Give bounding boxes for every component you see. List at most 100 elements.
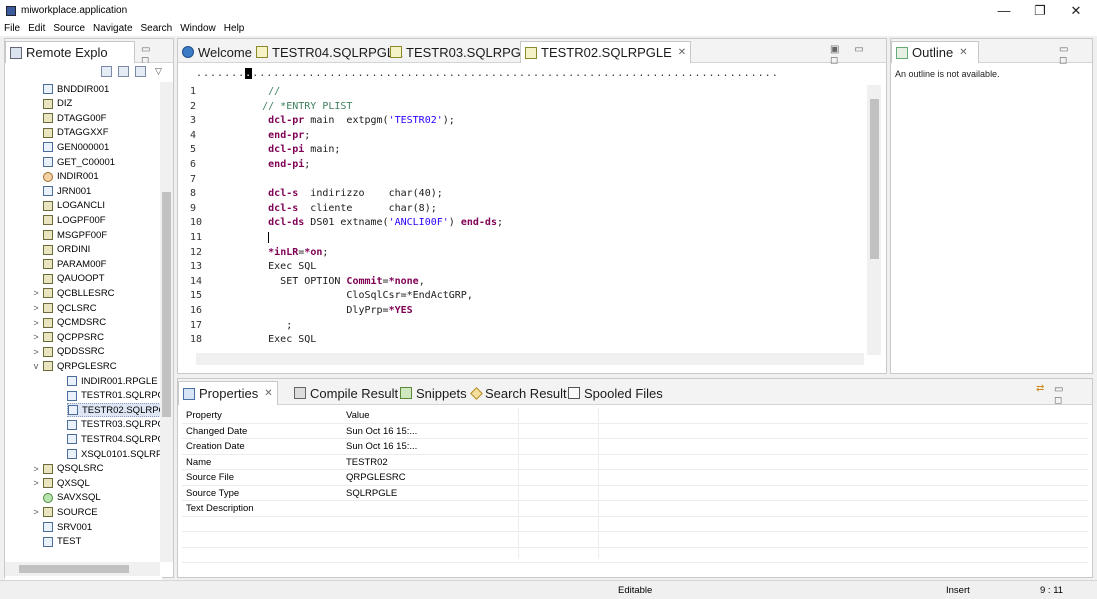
tree-item[interactable]: XSQL0101.SQLRP — [67, 447, 162, 461]
tree-item[interactable]: > QDDSSRC — [33, 345, 104, 359]
tab-snippets[interactable]: Snippets — [396, 381, 471, 405]
menu-help[interactable]: Help — [220, 22, 249, 36]
table-row[interactable] — [182, 517, 1088, 532]
table-row[interactable]: Name TESTR02 — [182, 455, 1088, 470]
close-window-button[interactable]: ✕ — [1058, 2, 1094, 20]
code-line[interactable]: 3 dcl-pr main extpgm('TESTR02'); — [178, 114, 455, 129]
table-row[interactable] — [182, 548, 1088, 563]
tree-item[interactable]: DTAGG00F — [43, 111, 106, 125]
tree-item[interactable]: INDIR001 — [43, 170, 99, 184]
code-editor[interactable]: 1 //2 // *ENTRY PLIST 3 dcl-pr main extpg… — [178, 85, 854, 347]
tree-item[interactable]: INDIR001.RPGLE — [67, 374, 158, 388]
menu-file[interactable]: File — [0, 22, 24, 36]
chevron-down-icon[interactable]: v — [31, 361, 41, 371]
code-line[interactable]: 12 *inLR=*on; — [178, 246, 328, 261]
tab-testr02[interactable]: TESTR02.SQLRPGLE ✕ — [520, 41, 692, 63]
explorer-hscroll-thumb[interactable] — [19, 565, 129, 573]
code-line[interactable]: 18 Exec SQL — [178, 333, 316, 347]
chevron-right-icon[interactable]: > — [31, 332, 41, 342]
table-row[interactable]: Source File QRPGLESRC — [182, 470, 1088, 486]
table-row[interactable]: Creation Date Sun Oct 16 15:... — [182, 439, 1088, 455]
code-line[interactable]: 10 dcl-ds DS01 extname('ANCLI00F') end-d… — [178, 216, 503, 231]
close-icon[interactable]: ✕ — [959, 47, 967, 58]
explorer-horizontal-scrollbar[interactable] — [5, 562, 160, 576]
code-line[interactable]: 13 Exec SQL — [178, 260, 316, 275]
chevron-right-icon[interactable]: > — [31, 507, 41, 517]
tab-outline[interactable]: Outline ✕ — [891, 41, 979, 63]
tab-remote-explorer[interactable]: Remote Explo — [5, 41, 135, 63]
table-row[interactable]: Source Type SQLRPGLE — [182, 486, 1088, 501]
code-line[interactable]: 4 end-pr; — [178, 129, 310, 144]
code-line[interactable]: 15 CloSqlCsr=*EndActGRP, — [178, 289, 473, 304]
filter-icon[interactable] — [135, 66, 146, 77]
tree-item[interactable]: QAUOOPT — [43, 272, 105, 286]
tree-item[interactable]: GEN000001 — [43, 140, 109, 154]
minimize-button[interactable]: — — [986, 2, 1022, 20]
view-menu-icon[interactable]: ▽ — [155, 66, 166, 77]
editor-minmax-icon[interactable]: ▣ ▭ ◻ — [830, 44, 886, 66]
close-icon[interactable]: ✕ — [264, 388, 272, 399]
restore-button[interactable]: ❐ — [1022, 2, 1058, 20]
chevron-right-icon[interactable]: > — [31, 288, 41, 298]
tree-item[interactable]: > QCBLLESRC — [33, 286, 114, 300]
tree-item[interactable]: TESTR01.SQLRPG — [67, 389, 162, 403]
tree-item[interactable]: DTAGGXXF — [43, 126, 109, 140]
menu-navigate[interactable]: Navigate — [89, 22, 136, 36]
chevron-right-icon[interactable]: > — [31, 478, 41, 488]
code-line[interactable]: 14 SET OPTION Commit=*none, — [178, 275, 425, 290]
tree-item[interactable]: > SOURCE — [33, 505, 97, 519]
tree-item[interactable]: TEST — [43, 535, 81, 549]
tree-item[interactable]: TESTR03.SQLRPG — [67, 418, 162, 432]
tab-search-result[interactable]: Search Result — [468, 381, 571, 405]
tab-compile-result[interactable]: Compile Result — [290, 381, 402, 405]
code-line[interactable]: 2 // *ENTRY PLIST — [178, 100, 352, 115]
chevron-right-icon[interactable]: > — [31, 318, 41, 328]
chevron-right-icon[interactable]: > — [31, 347, 41, 357]
tab-welcome[interactable]: Welcome — [178, 41, 256, 63]
table-row[interactable]: Text Description — [182, 501, 1088, 517]
tree-item[interactable]: > QCPPSRC — [33, 330, 104, 344]
table-row[interactable] — [182, 532, 1088, 548]
tree-item[interactable]: GET_C00001 — [43, 155, 115, 169]
tab-testr04[interactable]: TESTR04.SQLRPGLE — [252, 41, 407, 63]
chevron-right-icon[interactable]: > — [31, 464, 41, 474]
tree-item[interactable]: ORDINI — [43, 243, 90, 257]
chevron-right-icon[interactable]: > — [31, 303, 41, 313]
tree-item[interactable]: SRV001 — [43, 520, 92, 534]
tab-properties[interactable]: Properties ✕ — [178, 381, 278, 405]
tree-item[interactable]: LOGANCLI — [43, 199, 105, 213]
code-line[interactable]: 16 DlyPrp=*YES — [178, 304, 413, 319]
menu-search[interactable]: Search — [137, 22, 177, 36]
tree-item[interactable]: PARAM00F — [43, 257, 106, 271]
explorer-vertical-scrollbar[interactable] — [160, 82, 173, 562]
tree-item[interactable]: v QRPGLESRC — [34, 359, 117, 373]
tab-spooled-files[interactable]: Spooled Files — [564, 381, 667, 405]
tree-item[interactable]: > QCMDSRC — [33, 316, 106, 330]
menu-window[interactable]: Window — [176, 22, 220, 36]
tree-item[interactable]: LOGPF00F — [43, 213, 106, 227]
tree-item[interactable]: TESTR04.SQLRPG — [67, 432, 162, 446]
menu-edit[interactable]: Edit — [24, 22, 49, 36]
close-icon[interactable]: ✕ — [678, 47, 686, 58]
editor-scroll-thumb[interactable] — [870, 99, 879, 259]
explorer-scroll-thumb[interactable] — [162, 192, 171, 417]
outline-minmax-icon[interactable]: ▭ ◻ — [1059, 44, 1092, 66]
code-line[interactable]: 9 dcl-s cliente char(8); — [178, 202, 437, 217]
menu-source[interactable]: Source — [49, 22, 89, 36]
tree-item[interactable]: > QCLSRC — [33, 301, 96, 315]
tab-testr03[interactable]: TESTR03.SQLRPGLE — [386, 41, 541, 63]
pin-icon[interactable]: ⇄ — [1036, 383, 1050, 394]
tree-item[interactable]: MSGPF00F — [43, 228, 107, 242]
tree-item[interactable]: > QXSQL — [33, 476, 89, 490]
tree-item[interactable]: SAVXSQL — [43, 491, 101, 505]
code-line[interactable]: 6 end-pi; — [178, 158, 310, 173]
code-line[interactable]: 17 ; — [178, 319, 292, 334]
link-editor-icon[interactable] — [118, 66, 129, 77]
code-line[interactable]: 1 // — [178, 85, 280, 100]
code-line[interactable]: 7 — [178, 173, 226, 188]
code-line[interactable]: 5 dcl-pi main; — [178, 143, 340, 158]
table-row[interactable]: Changed Date Sun Oct 16 15:... — [182, 424, 1088, 439]
collapse-all-icon[interactable] — [101, 66, 112, 77]
bottom-minmax-icon[interactable]: ▭ ◻ — [1054, 384, 1092, 406]
tree-item[interactable]: TESTR02.SQLRPG — [67, 403, 162, 418]
